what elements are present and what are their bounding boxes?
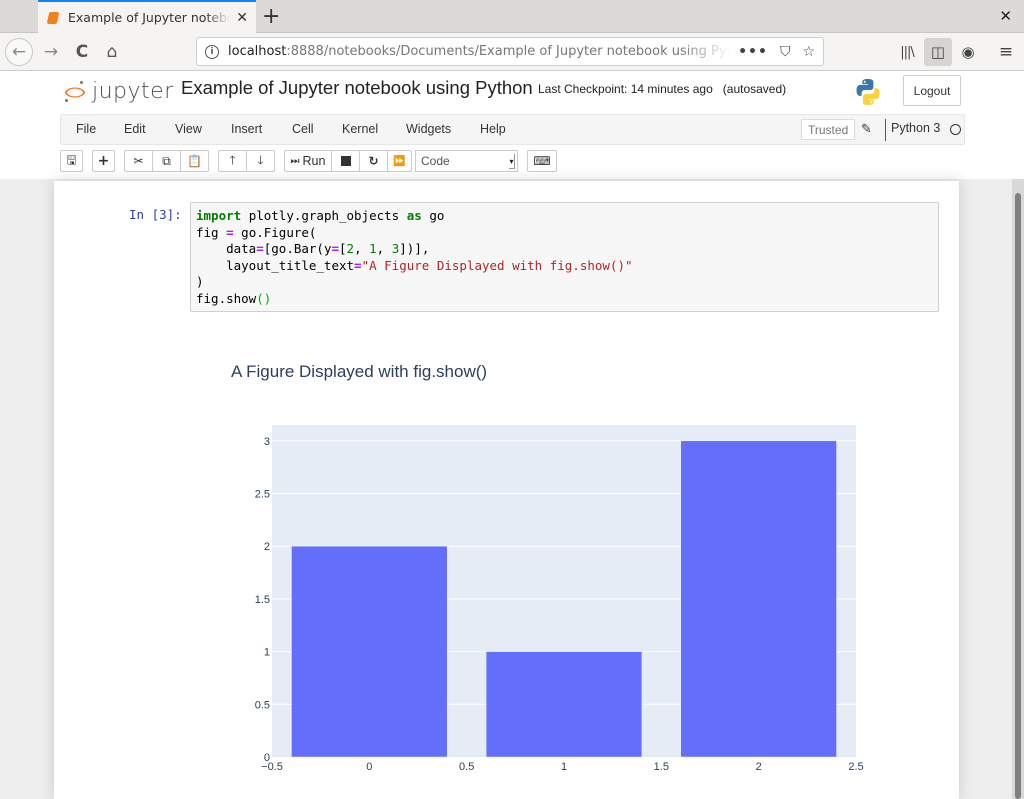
chevron-down-icon: ▾ xyxy=(509,154,515,169)
autosave-status: (autosaved) xyxy=(722,82,787,96)
cell-type-select[interactable]: Code ▾ xyxy=(415,150,518,172)
move-up-button[interactable]: 🡑 xyxy=(218,150,247,172)
keyboard-icon: ⌨ xyxy=(533,154,551,168)
copy-button[interactable]: ⧉ xyxy=(152,150,181,172)
url-bar[interactable]: i localhost:8888/notebooks/Documents/Exa… xyxy=(196,37,824,66)
x-tick-label: 0.5 xyxy=(459,761,474,773)
save-icon: 🖫 xyxy=(66,152,77,167)
notebook-title[interactable]: Example of Jupyter notebook using Python xyxy=(181,77,533,99)
menu-edit[interactable]: Edit xyxy=(124,122,146,136)
x-tick-label: −0.5 xyxy=(261,761,283,773)
save-button[interactable]: 🖫 xyxy=(60,150,83,172)
y-tick-label: 1.5 xyxy=(255,594,270,606)
move-down-button[interactable]: 🡓 xyxy=(246,150,275,172)
chart-title: A Figure Displayed with fig.show() xyxy=(231,362,487,381)
y-tick-label: 1 xyxy=(264,647,270,659)
tab-close-icon[interactable]: ✕ xyxy=(236,9,248,26)
page-scrollbar-thumb[interactable] xyxy=(1015,193,1021,799)
add-cell-button[interactable]: + xyxy=(92,150,115,172)
kernel-idle-indicator-icon xyxy=(950,124,961,135)
run-all-button[interactable]: ⏩ xyxy=(387,150,412,172)
y-tick-label: 3 xyxy=(264,436,270,448)
forward-arrow-icon[interactable]: → xyxy=(37,38,65,66)
kernel-name[interactable]: Python 3 xyxy=(891,121,940,135)
url-text[interactable]: localhost:8888/notebooks/Documents/Examp… xyxy=(228,44,730,59)
command-palette-button[interactable]: ⌨ xyxy=(527,150,557,172)
x-tick-label: 1.5 xyxy=(654,761,669,773)
menu-cell[interactable]: Cell xyxy=(292,122,314,136)
run-all-icon: ⏩ xyxy=(393,155,406,167)
trusted-badge[interactable]: Trusted xyxy=(801,119,856,140)
bar-0[interactable] xyxy=(291,545,448,758)
menu-file[interactable]: File xyxy=(76,122,96,136)
jupyter-header: jupyter Example of Jupyter notebook usin… xyxy=(0,71,1024,179)
python-logo-icon xyxy=(856,79,880,105)
y-axis-ticks: 00.511.522.53 xyxy=(255,436,270,764)
menu-bar: File Edit View Insert Cell Kernel Widget… xyxy=(60,114,965,145)
interrupt-icon xyxy=(340,156,351,166)
copy-icon: ⧉ xyxy=(162,153,171,168)
interrupt-button[interactable] xyxy=(331,150,360,172)
menu-insert[interactable]: Insert xyxy=(231,122,262,136)
cell-prompt: In [3]: xyxy=(129,207,182,222)
cut-icon: ✂ xyxy=(133,154,144,168)
code-line-1: plotly.graph_objects xyxy=(248,208,400,223)
library-icon[interactable]: |||\ xyxy=(896,38,918,66)
menu-widgets[interactable]: Widgets xyxy=(406,122,451,136)
run-icon: ⏭ xyxy=(290,155,300,167)
paste-button[interactable]: 📋 xyxy=(180,150,209,172)
account-icon[interactable]: ◉ xyxy=(958,38,978,66)
hamburger-menu-icon[interactable]: ≡ xyxy=(996,38,1016,66)
x-tick-label: 0 xyxy=(366,761,372,773)
jupyter-logo-icon xyxy=(64,80,86,103)
restart-icon: ↻ xyxy=(368,154,379,168)
info-icon[interactable]: i xyxy=(205,44,219,59)
browser-nav-bar: ← → C ⌂ i localhost:8888/notebooks/Docum… xyxy=(0,33,1024,99)
edit-pencil-icon[interactable]: ✎ xyxy=(861,121,872,137)
x-tick-label: 1 xyxy=(561,761,567,773)
y-tick-label: 2 xyxy=(264,541,270,553)
x-tick-label: 2.5 xyxy=(848,761,863,773)
page-actions-icon[interactable]: ••• xyxy=(738,44,768,60)
code-cell-input[interactable]: import plotly.graph_objects as go fig = … xyxy=(190,202,939,312)
x-tick-label: 2 xyxy=(756,761,762,773)
kernel-separator xyxy=(885,119,886,141)
move-down-icon: 🡓 xyxy=(257,152,264,167)
move-up-icon: 🡑 xyxy=(229,152,236,167)
restart-button[interactable]: ↻ xyxy=(359,150,388,172)
menu-kernel[interactable]: Kernel xyxy=(342,122,378,136)
bar-chart: A Figure Displayed with fig.show() 0 0.5 1… xyxy=(231,362,864,773)
paste-icon: 📋 xyxy=(187,154,202,168)
menu-help[interactable]: Help xyxy=(480,122,506,136)
x-axis-ticks: −0.5 0 0.5 1 1.5 2 2.5 xyxy=(261,761,864,773)
pocket-icon[interactable]: ⛉ xyxy=(780,44,791,60)
tab-title: Example of Jupyter notebook using Python xyxy=(68,10,230,25)
browser-tab[interactable]: Example of Jupyter notebook using Python… xyxy=(38,0,256,33)
home-icon[interactable]: ⌂ xyxy=(98,38,126,66)
checkpoint-status: Last Checkpoint: 14 minutes ago (autosave… xyxy=(538,82,787,96)
browser-tab-bar: Example of Jupyter notebook using Python… xyxy=(0,0,1024,33)
window-close-button[interactable]: ✕ xyxy=(999,7,1012,25)
sidebar-icon[interactable]: ◫ xyxy=(924,38,952,66)
menu-view[interactable]: View xyxy=(175,122,202,136)
bookmark-star-icon[interactable]: ☆ xyxy=(802,44,815,60)
back-arrow-icon[interactable]: ← xyxy=(5,38,33,66)
y-tick-label: 0.5 xyxy=(255,699,270,711)
bar-2[interactable] xyxy=(680,440,837,758)
reload-icon[interactable]: C xyxy=(68,38,96,66)
add-cell-icon: + xyxy=(97,153,110,169)
run-button[interactable]: ⏭ Run xyxy=(284,150,332,172)
jupyter-wordmark: jupyter xyxy=(92,79,174,104)
jupyter-logo[interactable]: jupyter xyxy=(64,79,174,104)
bar-1[interactable] xyxy=(485,651,643,758)
cut-button[interactable]: ✂ xyxy=(124,150,153,172)
notebook-icon xyxy=(46,11,60,24)
logout-button[interactable]: Logout xyxy=(903,75,961,106)
y-tick-label: 2.5 xyxy=(255,489,270,501)
new-tab-button[interactable]: + xyxy=(262,4,280,29)
